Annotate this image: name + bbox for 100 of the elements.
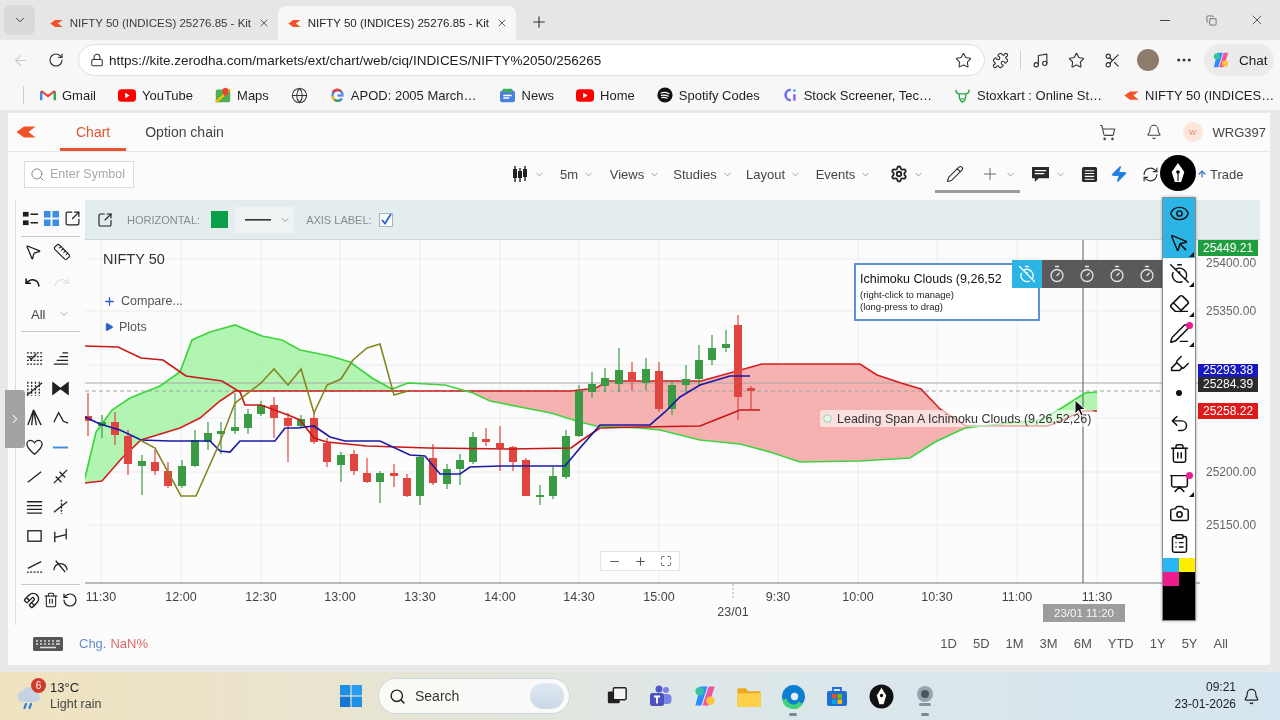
lightning-icon[interactable] [1109,165,1128,183]
lock-icon[interactable] [90,53,104,67]
page-tab[interactable]: Option chain [134,113,235,151]
plots-toggle[interactable]: Plots [104,319,147,335]
color-swatch[interactable] [1163,558,1179,572]
reset-icon[interactable] [61,592,78,608]
music-note-icon[interactable] [1031,51,1049,69]
timer-option-button[interactable] [1042,260,1072,288]
annotation-tool-button[interactable] [1163,198,1195,228]
pointer-icon[interactable] [23,243,42,261]
ruler-icon[interactable] [52,243,71,261]
weather-widget[interactable]: 6 13°C Light rain [14,676,124,716]
axis-label: 11:30 [1080,590,1114,604]
list-view-icon[interactable] [22,209,39,227]
minimize-icon[interactable] [1160,19,1170,21]
address-field[interactable]: https://kite.zerodha.com/markets/ext/chart/web/ciq/INDICES/NIFTY%2050/256265 [78,44,985,76]
bell-icon[interactable] [1145,124,1162,140]
magnet-icon[interactable] [23,591,40,609]
color-swatch[interactable] [1179,558,1195,572]
bookmark-link[interactable]: NIFTY 50 (INDICES… [1118,82,1280,108]
bookmark-link[interactable]: Maps [209,82,275,108]
candlestick-icon [511,165,529,183]
table-icon[interactable] [1081,165,1098,183]
scissors-icon[interactable] [1103,51,1121,69]
range-button[interactable]: 1D [932,631,965,656]
candle [270,396,278,439]
star-list-icon[interactable] [1067,51,1085,69]
menu-button[interactable]: Studies [668,155,738,193]
trash-icon[interactable] [42,592,59,608]
bookmark-link[interactable]: Spotify Codes [650,82,766,108]
menu-button[interactable]: Views [602,155,668,193]
bookmark-link[interactable]: News [492,82,561,108]
notification-badge: 6 [31,678,46,693]
range-button[interactable]: 1Y [1141,631,1174,656]
bookmark-link[interactable]: APOD: 2005 March… [323,82,483,108]
symbol-search-field[interactable]: Enter Symbol [24,160,134,188]
menu-button[interactable]: Layout [738,155,809,193]
start-menu-icon[interactable] [340,685,362,707]
keyboard-icon[interactable] [33,636,63,651]
candle [575,384,583,438]
heart-icon[interactable] [24,437,44,457]
user-id[interactable]: WRG397 [1212,124,1266,140]
candle [390,463,398,488]
bookmark-link[interactable]: Gmail [34,82,102,108]
timer-option-button[interactable] [1132,260,1162,288]
bookmark-star-icon[interactable] [955,51,972,69]
page-tab[interactable]: Chart [60,113,127,151]
bookmark-link[interactable]: Stoxkart : Online St… [948,82,1109,108]
candle [522,457,530,497]
color-swatch[interactable] [211,211,229,228]
puzzle-icon[interactable] [991,51,1009,69]
fan-lines-icon[interactable] [24,408,44,428]
range-button[interactable]: All [1205,631,1236,656]
zoom-in-icon[interactable] [633,554,647,568]
dot-icon [1176,390,1182,396]
candle [151,449,159,476]
annotation-tool-button[interactable] [1163,228,1195,258]
cart-icon[interactable] [1099,123,1117,141]
date-label: 23/01 [716,605,750,619]
candle [416,454,424,506]
clock-button[interactable]: 09:21 23-01-2026 [1174,679,1236,713]
compare-button[interactable]: Compare... [103,293,183,309]
range-button[interactable]: YTD [1099,631,1142,656]
range-button[interactable]: 6M [1065,631,1100,656]
tool-filter-dropdown[interactable]: All [16,301,71,327]
color-swatch[interactable] [1163,572,1179,586]
external-link-icon[interactable] [64,209,81,227]
reload-icon[interactable] [48,52,64,68]
restore-icon[interactable] [1205,14,1217,26]
trade-button[interactable]: Trade [1197,155,1250,193]
fullscreen-icon[interactable] [660,555,672,567]
menu-button[interactable]: Events [809,155,878,193]
logo-icon[interactable] [1124,90,1140,100]
indicator-dot-icon [1186,472,1193,479]
axis-label-checkbox[interactable] [378,212,393,227]
range-button[interactable]: 5D [964,631,998,656]
bookmark-link[interactable]: YouTube [111,82,200,108]
range-button[interactable]: 5Y [1173,631,1206,656]
external-link-icon[interactable] [97,211,113,228]
candle [695,344,703,386]
refresh-icon[interactable] [1142,165,1159,183]
interval-dropdown[interactable]: 5m [552,155,602,193]
range-button[interactable]: 1M [997,631,1032,656]
bookmark-link[interactable]: Stock Screener, Tec… [775,82,939,108]
browser-tab[interactable]: NIFTY 50 (INDICES) 25276.85 - Kit [278,6,516,40]
panel-toggle-button[interactable] [5,390,25,448]
profile-avatar[interactable] [1137,49,1159,71]
bookmark-link[interactable]: Home [570,82,641,108]
pencil-icon [946,165,964,183]
candle [376,470,384,504]
new-tab-icon[interactable] [530,13,548,31]
color-swatch[interactable] [1163,586,1195,620]
logo-icon[interactable] [16,126,36,138]
globe-icon[interactable] [290,86,308,104]
chat-button[interactable]: Chat [1204,44,1274,76]
line-style-dropdown[interactable] [235,206,295,233]
range-button[interactable]: 3M [1031,631,1066,656]
bell-icon[interactable] [1242,687,1260,705]
browser-tab[interactable]: NIFTY 50 (INDICES) 25276.85 - Kit [40,6,278,40]
color-swatch[interactable] [1179,572,1195,586]
